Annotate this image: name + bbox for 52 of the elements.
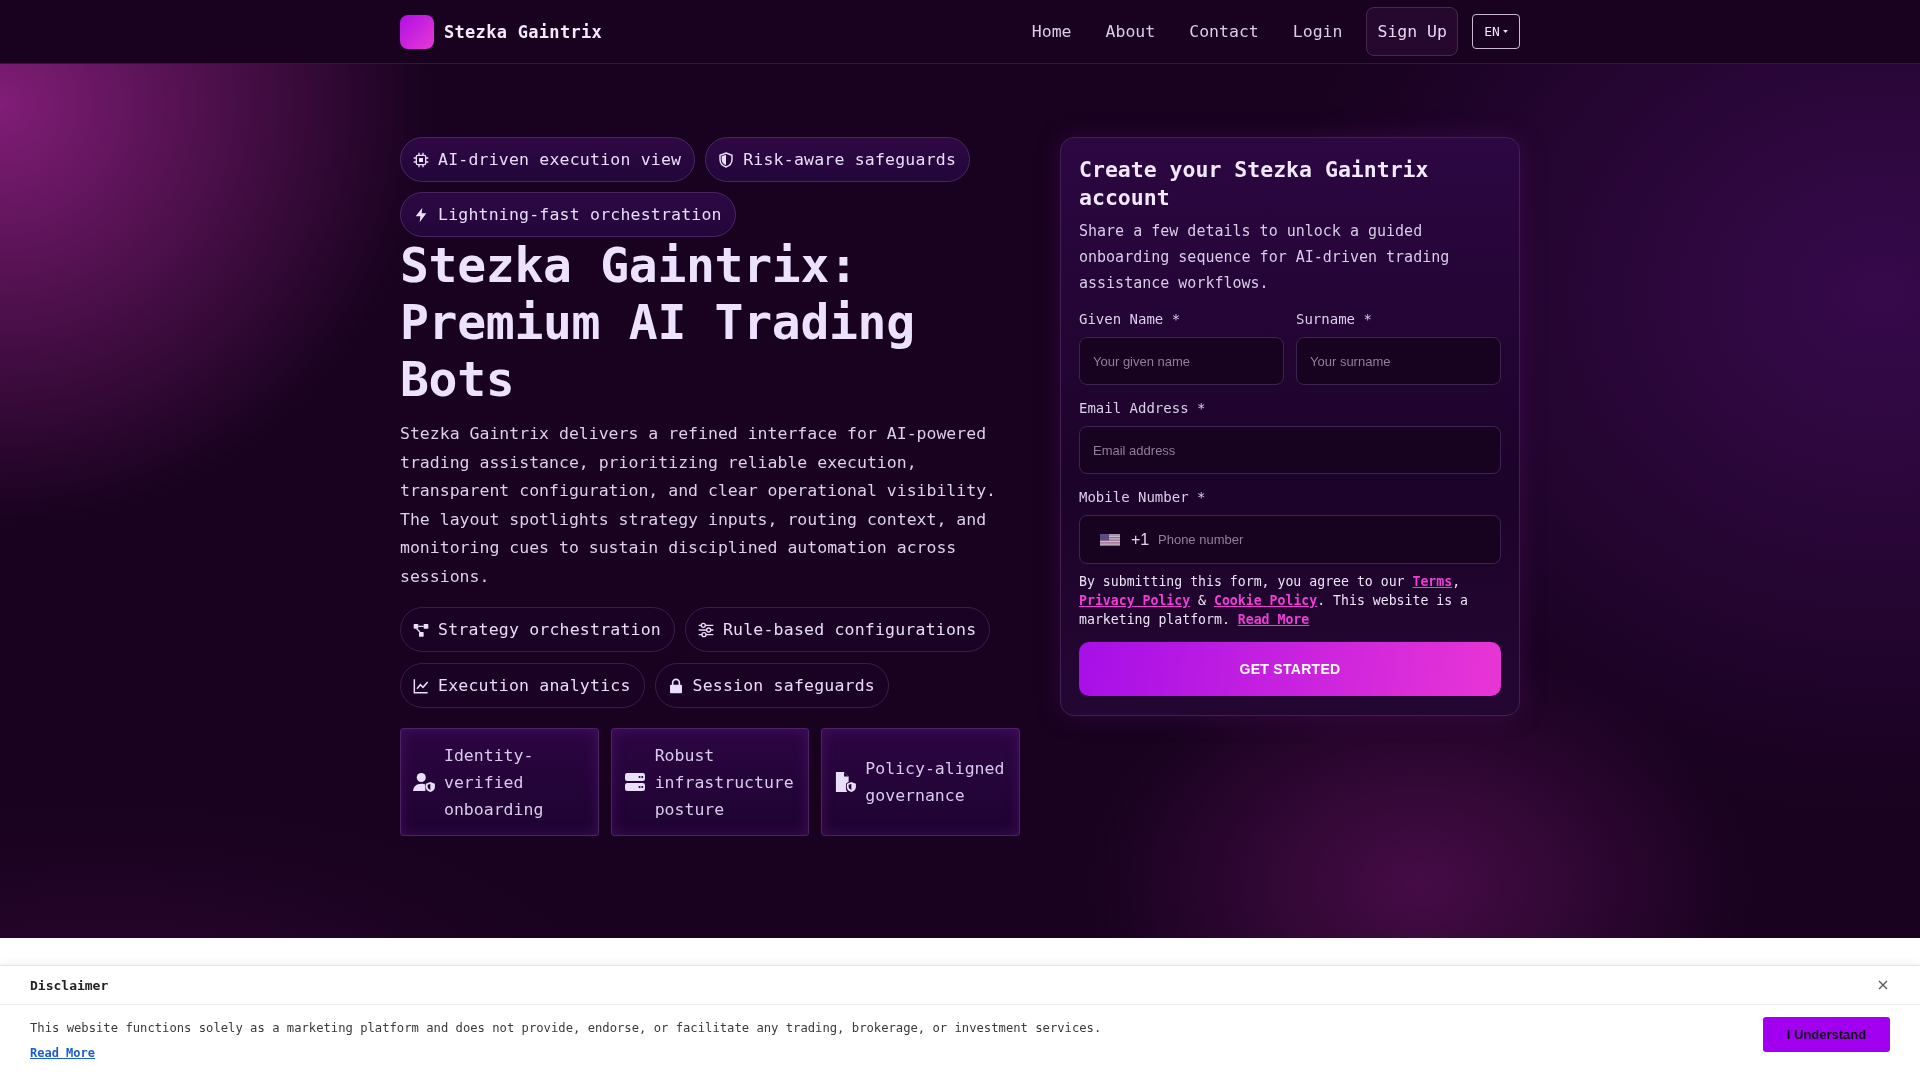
consent-link[interactable]: Read More <box>1237 612 1310 627</box>
server-icon <box>623 772 646 792</box>
tag-label: Execution analytics <box>438 676 631 695</box>
badge-label: Risk-aware safeguards <box>743 150 957 169</box>
disclaimer-title: Disclaimer <box>30 977 109 993</box>
line-chart-icon <box>413 677 429 694</box>
tag-label: Strategy orchestration <box>438 620 661 639</box>
logo-icon <box>400 14 434 49</box>
consent-text: By submitting this form, you agree to our Terms, Privacy Policy & Cookie Policy. This website is a marketing platform. Read More <box>1079 573 1470 629</box>
chip-icon <box>413 151 429 168</box>
lightning-bolt-icon <box>413 206 429 223</box>
consent-link[interactable]: Terms <box>1412 574 1453 589</box>
document-shield-icon <box>834 772 857 792</box>
consent-link[interactable]: Cookie Policy <box>1214 593 1318 608</box>
field-label: Email Address * <box>1079 399 1207 417</box>
hero-description: Stezka Gaintrix delivers a refined interface for AI-powered trading assistance, prioritizing reliable execution, transparent configuration, and clear operational visibility. The layout spotlights strategy inputs, routing context, and monitoring cues to sustain disciplined automation across sessions. <box>400 423 998 588</box>
disclaimer-text: This website functions solely as a marketing platform and does not provide, endorse, or facilitate any trading, brokerage, or investment services. <box>30 1020 1102 1037</box>
badge-label: AI-driven execution view <box>438 150 682 169</box>
email-input[interactable]: Email address <box>1079 426 1501 474</box>
nav-link[interactable]: Home <box>1031 22 1072 41</box>
tag-label: Rule-based configurations <box>722 620 977 639</box>
language-selector[interactable]: EN <box>1472 14 1520 49</box>
field-label: Surname * <box>1296 310 1373 328</box>
sliders-icon <box>697 621 714 638</box>
form-title: Create your Stezka Gaintrix account <box>1079 156 1430 212</box>
text-input[interactable]: Your surname <box>1296 337 1501 385</box>
shield-icon <box>718 151 735 168</box>
tag-label: Session safeguards <box>692 676 875 695</box>
brand-name[interactable]: Stezka Gaintrix <box>444 21 603 42</box>
lock-icon <box>667 677 684 694</box>
field-label: Mobile Number * <box>1079 488 1207 506</box>
field-label: Given Name * <box>1079 310 1182 328</box>
connected-nodes-icon <box>413 621 429 638</box>
close-icon <box>1878 980 1888 990</box>
dial-code: +1 <box>1131 530 1150 549</box>
consent-link[interactable]: Privacy Policy <box>1079 593 1191 608</box>
trust-card-label: Policy-aligned governance <box>865 758 1006 807</box>
read-more-link[interactable]: Read More <box>30 1046 96 1060</box>
nav-link[interactable]: Login <box>1292 22 1343 41</box>
form-description: Share a few details to unlock a guided onboarding sequence for AI-driven trading assistance workflows. <box>1079 221 1451 294</box>
trust-card-label: Robust infrastructure posture <box>654 744 795 821</box>
get-started-button[interactable]: GET STARTED <box>1079 642 1501 696</box>
sign-up-button[interactable]: Sign Up <box>1366 7 1458 56</box>
badge-label: Lightning-fast orchestration <box>438 205 722 224</box>
close-button[interactable] <box>1878 980 1888 990</box>
nav-link[interactable]: About <box>1105 22 1156 41</box>
nav-link[interactable]: Contact <box>1189 22 1259 41</box>
hero-title: Stezka Gaintrix: Premium AI Trading Bots <box>400 237 916 408</box>
user-shield-icon <box>413 772 435 792</box>
trust-card-label: Identity-verified onboarding <box>444 744 545 821</box>
caret-icon <box>1502 30 1508 33</box>
text-input[interactable]: Your given name <box>1079 337 1284 385</box>
